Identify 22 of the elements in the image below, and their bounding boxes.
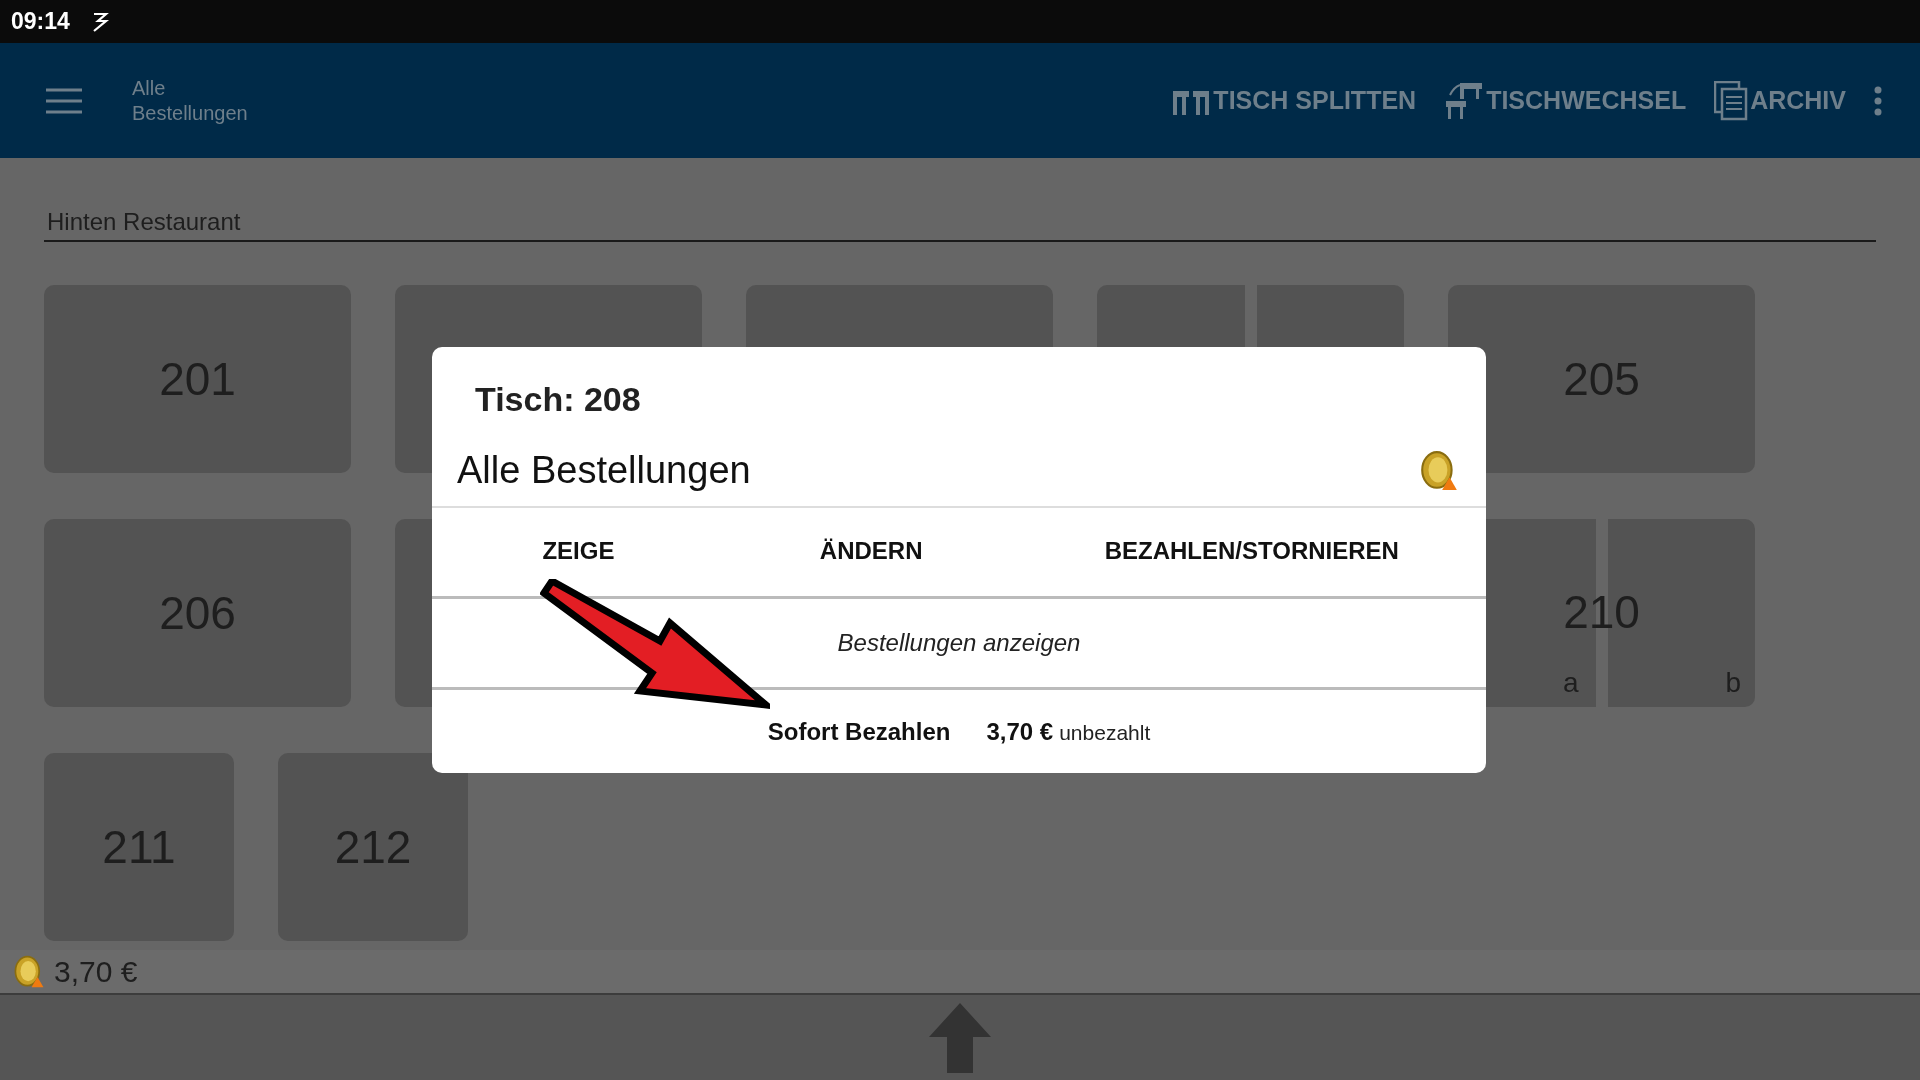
coin-warning-icon [12,954,46,989]
toolbar-action[interactable]: TISCHWECHSEL [1444,76,1687,125]
total-amount: 3,70 € [54,954,138,989]
amount: 3,70 € [986,717,1054,745]
document-icon [1714,80,1749,121]
status-time: 09:14 [11,8,70,35]
more-options-icon[interactable] [1874,85,1882,116]
pay-now-button[interactable]: Sofort Bezahlen [767,717,951,746]
coin-warning-icon [1418,449,1460,492]
dialog-tab[interactable]: ÄNDERN [724,526,1018,578]
content-message: Bestellungen anzeigen [837,629,1081,657]
app-title: Alle Bestellungen [132,75,249,126]
area-label: Hinten Restaurant [44,208,1876,242]
dialog-tab[interactable]: ZEIGE [432,526,725,578]
menu-icon[interactable] [46,87,82,114]
toolbar-action[interactable]: ARCHIV [1714,76,1846,125]
payment-status: unbezahlt [1059,720,1151,744]
dialog-subtitle: Alle Bestellungen [457,449,751,492]
swap-tables-icon [1444,80,1485,121]
dialog-title: Tisch: 208 [475,380,642,419]
table-number: 210 [1562,585,1641,639]
toolbar-action[interactable]: TISCH SPLITTEN [1171,78,1417,123]
